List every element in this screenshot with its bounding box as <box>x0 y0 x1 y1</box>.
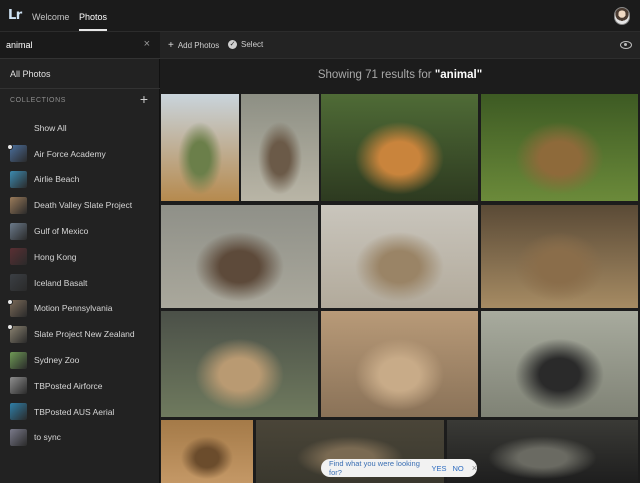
sidebar: × All Photos COLLECTIONS + Show All Air F… <box>0 32 160 483</box>
feedback-prompt: Find what you were looking for? YES NO × <box>321 459 477 477</box>
results-query: "animal" <box>434 69 483 81</box>
all-photos-item[interactable]: All Photos <box>0 59 160 89</box>
collection-label: Slate Project New Zealand <box>34 329 135 340</box>
collection-thumbnail <box>10 403 27 421</box>
collection-label: Hong Kong <box>34 251 77 262</box>
collection-thumbnail <box>10 428 27 446</box>
collection-label: Sydney Zoo <box>34 355 80 366</box>
collection-item[interactable]: Iceland Basalt <box>0 270 160 296</box>
photo-coyote-sand[interactable] <box>321 311 478 417</box>
collection-item[interactable]: TBPosted AUS Aerial <box>0 399 160 425</box>
collection-item[interactable]: Gulf of Mexico <box>0 218 160 244</box>
photo-coyote[interactable] <box>321 205 478 308</box>
search-bar: × <box>0 32 160 59</box>
plus-icon: + <box>168 40 174 51</box>
add-photos-label: Add Photos <box>177 41 220 50</box>
photo-lion-closeup[interactable] <box>161 420 253 483</box>
collections-header: COLLECTIONS <box>10 97 66 104</box>
photo-tree-kangaroo[interactable] <box>481 94 638 201</box>
collection-item[interactable]: Airlie Beach <box>0 167 160 193</box>
collection-thumbnail <box>10 377 27 395</box>
add-collection-icon[interactable]: + <box>140 91 148 107</box>
collection-item[interactable]: Motion Pennsylvania <box>0 296 160 322</box>
collection-item[interactable]: TBPosted Airforce <box>0 373 160 399</box>
collection-label: TBPosted AUS Aerial <box>34 406 115 417</box>
results-heading: Showing 71 results for "animal" <box>160 69 640 81</box>
tab-photos[interactable]: Photos <box>79 12 108 31</box>
tab-welcome[interactable]: Welcome <box>32 12 69 22</box>
shared-badge-icon <box>7 143 13 150</box>
feedback-no-button[interactable]: NO <box>452 464 463 473</box>
clear-search-icon[interactable]: × <box>144 38 150 50</box>
feedback-yes-button[interactable]: YES <box>431 464 446 473</box>
collection-label: Death Valley Slate Project <box>34 200 133 211</box>
photo-coyote-field[interactable] <box>481 205 638 308</box>
add-photos-button[interactable]: + Add Photos <box>168 40 219 51</box>
collection-item[interactable]: Air Force Academy <box>0 141 160 167</box>
collection-label: Gulf of Mexico <box>34 226 89 237</box>
collection-thumbnail <box>10 222 27 240</box>
collection-item[interactable]: Hong Kong <box>0 244 160 270</box>
collection-label: to sync <box>34 432 61 443</box>
collection-label: Show All <box>34 122 67 133</box>
feedback-question: Find what you were looking for? <box>329 459 420 477</box>
toolbar: + Add Photos ✓ Select <box>160 32 640 59</box>
check-icon: ✓ <box>228 40 237 49</box>
collection-label: Air Force Academy <box>34 148 106 159</box>
collection-thumbnail <box>10 170 27 188</box>
collection-label: Airlie Beach <box>34 174 80 185</box>
photo-bird[interactable] <box>447 420 638 483</box>
results-count: Showing 71 results for <box>317 69 432 81</box>
lightroom-logo[interactable]: Lr <box>8 8 22 23</box>
collection-thumbnail <box>10 196 27 214</box>
collection-item[interactable]: Show All <box>0 115 160 141</box>
photo-tiger[interactable] <box>321 94 478 201</box>
collection-item[interactable]: to sync <box>0 425 160 451</box>
collection-thumbnail <box>10 119 27 137</box>
collection-label: Iceland Basalt <box>34 277 88 288</box>
photo-takin-rocks[interactable] <box>161 205 318 308</box>
collections-list: Show All Air Force Academy Airlie Beach Dea… <box>0 115 160 450</box>
top-bar: Lr Welcome Photos <box>0 0 640 32</box>
eye-icon[interactable] <box>620 41 632 49</box>
collection-item[interactable]: Death Valley Slate Project <box>0 192 160 218</box>
shared-badge-icon <box>7 298 13 305</box>
collection-label: TBPosted Airforce <box>34 380 103 391</box>
photo-lioness[interactable] <box>161 311 318 417</box>
collection-item[interactable]: Slate Project New Zealand <box>0 321 160 347</box>
collection-thumbnail <box>10 351 27 369</box>
search-input[interactable] <box>6 36 136 54</box>
photo-takin[interactable] <box>241 94 319 201</box>
collection-item[interactable]: Sydney Zoo <box>0 347 160 373</box>
feedback-close-icon[interactable]: × <box>472 463 477 473</box>
collection-thumbnail <box>10 274 27 292</box>
photo-chimpanzee[interactable] <box>481 311 638 417</box>
collection-label: Motion Pennsylvania <box>34 303 113 314</box>
select-button[interactable]: ✓ Select <box>228 40 263 49</box>
user-avatar[interactable] <box>614 7 630 25</box>
photo-giraffe[interactable] <box>161 94 239 201</box>
collection-thumbnail <box>10 248 27 266</box>
select-label: Select <box>241 40 264 49</box>
